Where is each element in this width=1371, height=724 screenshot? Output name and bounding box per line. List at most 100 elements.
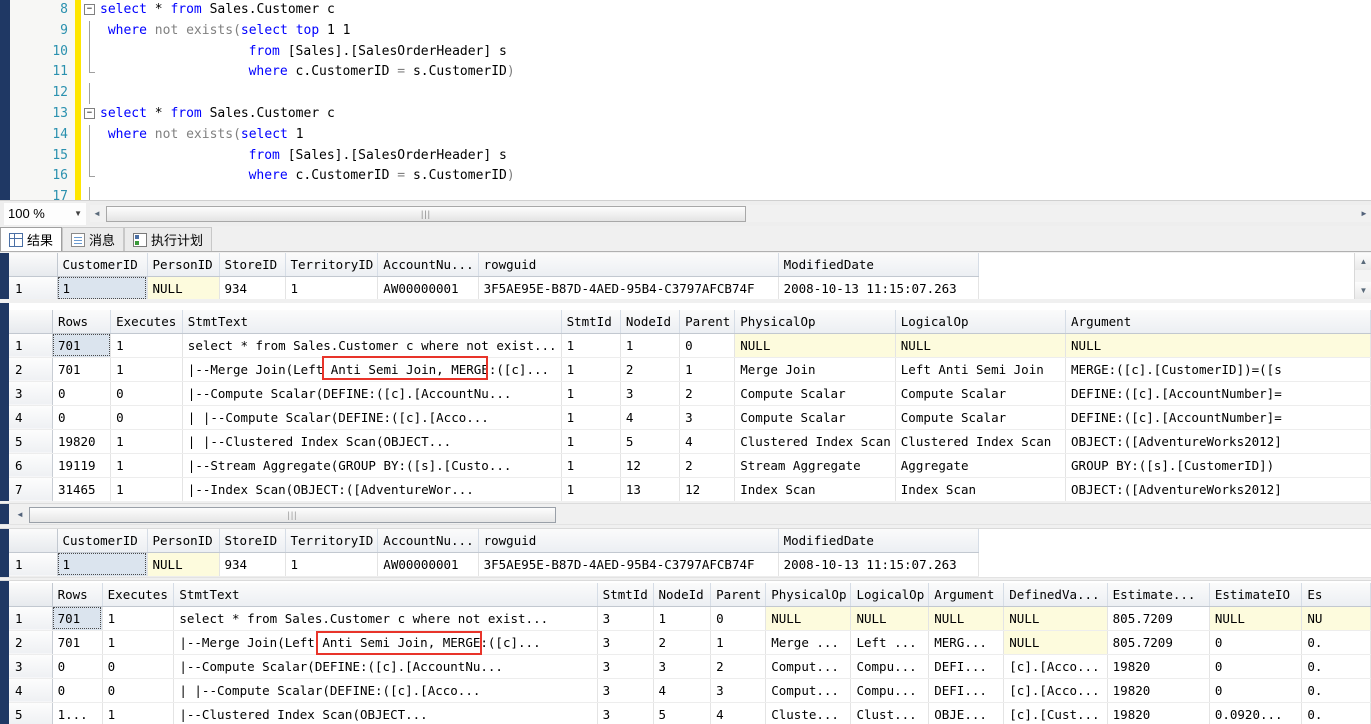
editor-horizontal-scrollbar[interactable]: ◄ ||| ►	[90, 205, 1371, 222]
table-cell[interactable]: NULL	[1003, 606, 1108, 631]
table-cell[interactable]: 0	[110, 405, 183, 430]
table-cell[interactable]: MERG...	[928, 630, 1005, 655]
table-cell[interactable]: | |--Compute Scalar(DEFINE:([c].[Acco...	[173, 678, 598, 703]
row-number-cell[interactable]: 1	[9, 276, 58, 299]
table-cell[interactable]: NULL	[1065, 333, 1371, 358]
table-cell[interactable]: 2	[620, 357, 681, 382]
table-cell[interactable]: AW00000001	[377, 552, 479, 577]
table-row[interactable]: 2 701 1 |--Merge Join(Left Anti Semi Join,…	[9, 357, 1371, 382]
column-header[interactable]: Parent	[710, 583, 767, 607]
table-cell[interactable]: select * from Sales.Customer c where not…	[173, 606, 598, 631]
table-cell[interactable]: 3	[597, 654, 654, 679]
table-cell[interactable]: 1	[710, 630, 767, 655]
table-row[interactable]: 7 31465 1 |--Index Scan(OBJECT:([Adventure…	[9, 477, 1371, 501]
table-cell[interactable]: |--Compute Scalar(DEFINE:([c].[AccountNu…	[173, 654, 598, 679]
column-header[interactable]: rowguid	[478, 253, 779, 277]
tab-results[interactable]: 结果	[0, 227, 63, 251]
column-header[interactable]: EstimateIO	[1209, 583, 1303, 607]
row-number-cell[interactable]: 5	[9, 429, 53, 454]
column-header[interactable]: CustomerID	[57, 529, 148, 553]
row-number-cell[interactable]: 2	[9, 357, 53, 382]
table-cell[interactable]: 12	[620, 453, 681, 478]
table-cell[interactable]: DEFI...	[928, 678, 1005, 703]
table-cell[interactable]: 4	[710, 702, 767, 724]
column-header[interactable]: Parent	[679, 310, 736, 334]
table-cell[interactable]: 0.0920...	[1209, 702, 1303, 724]
table-row[interactable]: 400 | |--Compute Scalar(DEFINE:([c].[Acc…	[9, 678, 1371, 703]
table-cell[interactable]: 1	[653, 606, 712, 631]
table-cell[interactable]: 3	[597, 678, 654, 703]
table-cell[interactable]: |--Clustered Index Scan(OBJECT...	[173, 702, 598, 724]
table-cell[interactable]: 4	[620, 405, 681, 430]
tab-messages[interactable]: 消息	[62, 227, 125, 251]
table-cell[interactable]: [c].[Acco...	[1003, 678, 1108, 703]
table-cell[interactable]: Left ...	[850, 630, 930, 655]
row-number-cell[interactable]: 3	[9, 654, 53, 679]
table-cell[interactable]: 19820	[52, 429, 112, 454]
column-header[interactable]: AccountNu...	[377, 529, 479, 553]
table-cell[interactable]: |--Stream Aggregate(GROUP BY:([s].[Custo…	[182, 453, 562, 478]
table-cell[interactable]: 1	[110, 333, 183, 358]
table-cell[interactable]: 3F5AE95E-B87D-4AED-95B4-C3797AFCB74F	[478, 552, 779, 577]
table-row[interactable]: 5 1... 1 |--Clustered Index Scan(OBJECT...…	[9, 702, 1371, 724]
table-cell[interactable]: 805.7209	[1107, 606, 1210, 631]
code-line[interactable]: 10 from [Sales].[SalesOrderHeader] s	[0, 41, 1371, 63]
table-cell[interactable]: NULL	[765, 606, 852, 631]
column-header[interactable]: TerritoryID	[285, 529, 379, 553]
row-number-header[interactable]	[9, 310, 53, 334]
table-cell[interactable]: Compute Scalar	[895, 381, 1067, 406]
table-cell[interactable]: 1	[110, 429, 183, 454]
table-cell[interactable]: 3	[597, 702, 654, 724]
table-cell[interactable]: OBJE...	[928, 702, 1005, 724]
code-line[interactable]: 12	[0, 83, 1371, 104]
table-cell[interactable]: Aggregate	[895, 453, 1067, 478]
table-cell[interactable]: NULL	[850, 606, 930, 631]
row-number-cell[interactable]: 1	[9, 552, 58, 577]
table-cell[interactable]: Compute Scalar	[734, 405, 896, 430]
table-cell[interactable]: NULL	[928, 606, 1005, 631]
row-number-cell[interactable]: 4	[9, 405, 53, 430]
code-line[interactable]: 15 from [Sales].[SalesOrderHeader] s	[0, 145, 1371, 167]
table-cell[interactable]: NULL	[895, 333, 1067, 358]
table-cell[interactable]: | |--Clustered Index Scan(OBJECT...	[182, 429, 562, 454]
table-cell[interactable]: Compu...	[850, 678, 930, 703]
column-header[interactable]: Executes	[102, 583, 175, 607]
table-cell[interactable]: 1	[561, 333, 621, 358]
table-cell[interactable]: 0	[1209, 630, 1303, 655]
column-header[interactable]: LogicalOp	[850, 583, 930, 607]
table-cell[interactable]: 1	[561, 357, 621, 382]
table-cell[interactable]: 2	[710, 654, 767, 679]
column-header[interactable]: Es	[1301, 583, 1371, 607]
table-cell[interactable]: 5	[653, 702, 712, 724]
scroll-up-icon[interactable]: ▲	[1355, 253, 1371, 270]
code-lines[interactable]: 8− select * from Sales.Customer c9 where …	[0, 0, 1371, 200]
table-cell[interactable]: 1	[679, 357, 736, 382]
fold-collapse-icon[interactable]: −	[84, 107, 95, 119]
table-row[interactable]: 1 1 NULL 934 1 AW00000001 3F5AE95E-B87D-4AED-9…	[9, 552, 979, 577]
table-cell[interactable]: 2	[679, 453, 736, 478]
table-cell[interactable]: 1	[561, 381, 621, 406]
table-cell[interactable]: GROUP BY:([s].[CustomerID])	[1065, 453, 1371, 478]
table-cell[interactable]: 2	[679, 381, 736, 406]
table-cell[interactable]: MERGE:([c].[CustomerID])=([s	[1065, 357, 1371, 382]
table-cell[interactable]: Compu...	[850, 654, 930, 679]
row-number-cell[interactable]: 5	[9, 702, 53, 724]
table-cell[interactable]: |--Compute Scalar(DEFINE:([c].[AccountNu…	[182, 381, 562, 406]
table-cell[interactable]: Left Anti Semi Join	[895, 357, 1067, 382]
column-header[interactable]: StoreID	[219, 253, 286, 277]
table-cell[interactable]: 19119	[52, 453, 112, 478]
grid3-table[interactable]: CustomerID PersonID StoreID TerritoryID Acco…	[9, 529, 979, 577]
table-cell[interactable]: Comput...	[765, 654, 852, 679]
fold-collapse-icon[interactable]: −	[84, 4, 95, 15]
table-cell[interactable]: DEFI...	[928, 654, 1005, 679]
table-cell[interactable]: 2008-10-13 11:15:07.263	[778, 552, 979, 577]
table-cell[interactable]: 19820	[1107, 678, 1210, 703]
code-line[interactable]: 11 where c.CustomerID = s.CustomerID)	[0, 62, 1371, 83]
table-cell[interactable]: |--Merge Join(Left Anti Semi Join, MERGE…	[173, 630, 598, 655]
table-cell[interactable]: 701	[52, 606, 103, 631]
table-cell[interactable]: 0	[52, 678, 103, 703]
table-cell[interactable]: 0.	[1301, 630, 1371, 655]
table-cell[interactable]: 701	[52, 357, 112, 382]
table-cell[interactable]: 0.	[1301, 702, 1371, 724]
table-cell[interactable]: NU	[1301, 606, 1371, 631]
